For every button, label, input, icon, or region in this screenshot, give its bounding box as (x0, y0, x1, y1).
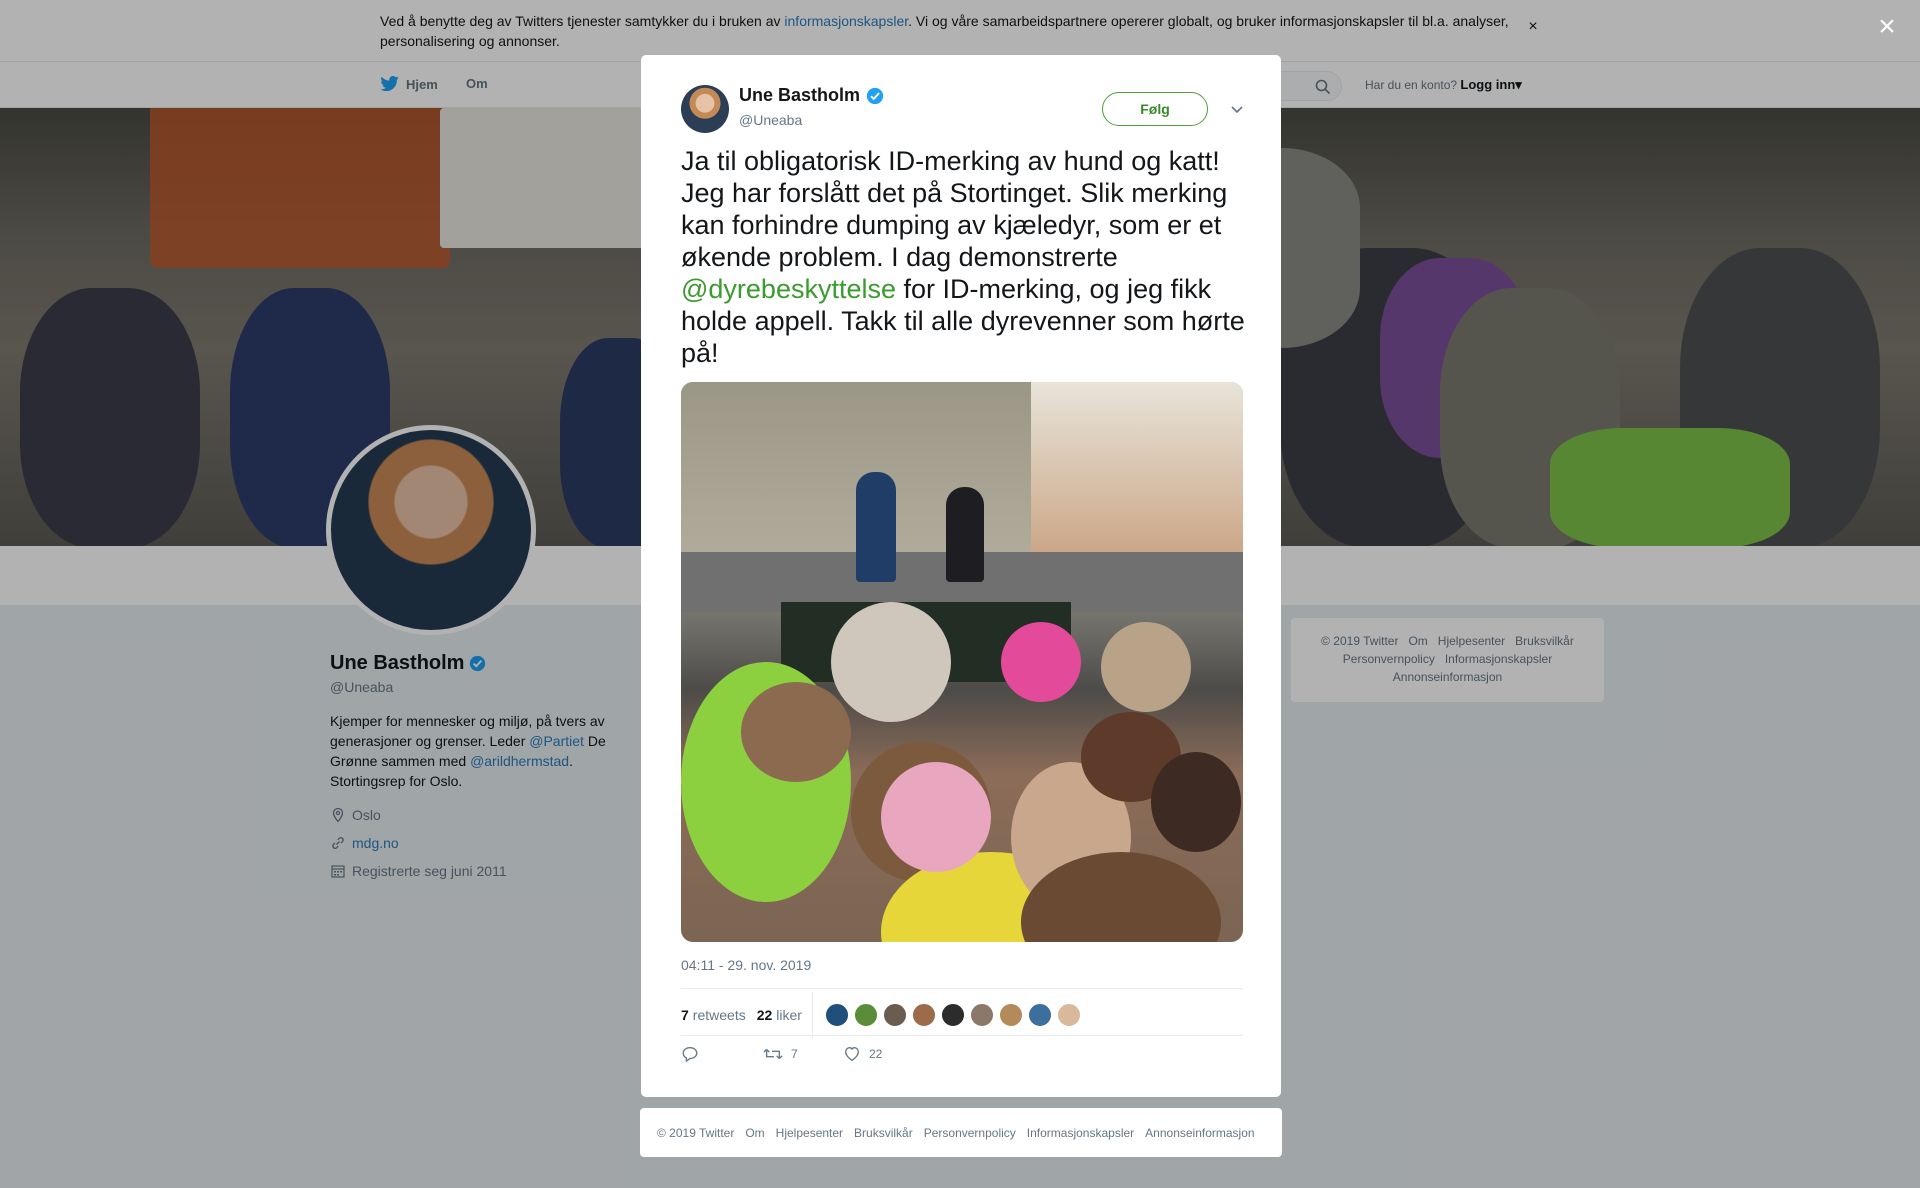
author-name[interactable]: Une Bastholm (739, 85, 884, 106)
tweet-modal: Une Bastholm @Uneaba Følg Ja til obligat… (641, 55, 1281, 1097)
modal-footer: © 2019 Twitter Om Hjelpesenter Bruksvilk… (640, 1108, 1282, 1157)
more-options-chevron-icon[interactable] (1227, 99, 1247, 119)
retweet-button[interactable]: 7 (763, 1045, 843, 1063)
like-button[interactable]: 22 (843, 1045, 882, 1063)
liker-avatar[interactable] (824, 1003, 849, 1027)
reply-button[interactable] (681, 1045, 763, 1063)
heart-icon (845, 1047, 859, 1062)
liker-avatar[interactable] (882, 1003, 907, 1027)
liker-avatar[interactable] (1027, 1003, 1052, 1027)
mention-link-dyrebeskyttelse[interactable]: @dyrebeskyttelse (681, 274, 896, 304)
author-avatar[interactable] (681, 85, 729, 133)
retweets-stat[interactable]: 7 retweets (681, 1007, 746, 1023)
close-icon[interactable]: × (1872, 12, 1902, 42)
verified-badge-icon (866, 87, 884, 104)
footer-link-about[interactable]: Om (745, 1126, 764, 1140)
author-handle[interactable]: @Uneaba (739, 112, 802, 128)
liker-avatar[interactable] (911, 1003, 936, 1027)
footer-link-terms[interactable]: Bruksvilkår (854, 1126, 913, 1140)
tweet-text: Ja til obligatorisk ID-merking av hund o… (681, 146, 1245, 368)
liker-avatars (824, 1003, 1081, 1027)
liker-avatar[interactable] (969, 1003, 994, 1027)
divider (681, 988, 1243, 989)
liker-avatar[interactable] (940, 1003, 965, 1027)
footer-copyright: © 2019 Twitter (657, 1125, 735, 1140)
tweet-photo[interactable] (681, 382, 1243, 942)
liker-avatar[interactable] (1056, 1003, 1081, 1027)
tweet-actions: 7 22 (681, 1045, 882, 1063)
reply-icon (682, 1047, 698, 1063)
retweet-icon (763, 1048, 783, 1060)
footer-link-ads-info[interactable]: Annonseinformasjon (1145, 1126, 1254, 1140)
footer-link-help[interactable]: Hjelpesenter (776, 1126, 843, 1140)
divider (681, 1035, 1243, 1036)
likes-stat[interactable]: 22 liker (757, 1007, 802, 1023)
stats-divider (811, 992, 813, 1038)
liker-avatar[interactable] (998, 1003, 1023, 1027)
tweet-stats: 7 retweets 22 liker (681, 992, 1081, 1038)
tweet-timestamp[interactable]: 04:11 - 29. nov. 2019 (681, 957, 811, 973)
follow-button[interactable]: Følg (1102, 92, 1208, 126)
footer-link-privacy[interactable]: Personvernpolicy (924, 1126, 1016, 1140)
footer-link-cookies[interactable]: Informasjonskapsler (1027, 1126, 1134, 1140)
liker-avatar[interactable] (853, 1003, 878, 1027)
